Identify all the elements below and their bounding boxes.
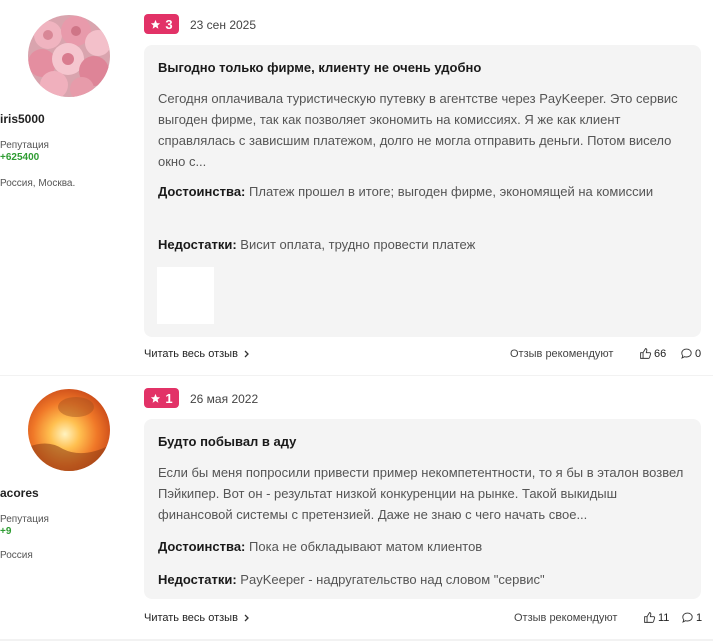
pros-label: Достоинства:	[158, 539, 246, 554]
rating-badge: 3	[144, 14, 179, 34]
review-body: Если бы меня попросили привести пример н…	[158, 465, 684, 522]
user-avatar[interactable]	[28, 389, 110, 471]
pros-text: Пока не обкладывают матом клиентов	[249, 539, 483, 554]
comments-count: 0	[695, 347, 702, 360]
rating-badge: 1	[144, 388, 179, 408]
reputation-label: Репутация	[0, 140, 49, 151]
pros-label: Достоинства:	[158, 184, 246, 199]
likes-count: 11	[658, 611, 670, 624]
user-location: Россия	[0, 550, 33, 561]
user-location: Россия, Москва.	[0, 178, 76, 189]
cons-text: PayKeeper - надругательство над словом "…	[240, 572, 545, 587]
comments-button[interactable]: 0	[680, 347, 701, 360]
thumbs-up-icon	[640, 348, 652, 359]
roses-photo	[28, 15, 110, 97]
user-name[interactable]: acores	[0, 486, 140, 500]
thumbs-up-icon	[644, 612, 656, 623]
sunset-photo	[28, 389, 110, 471]
cons-label: Недостатки:	[158, 572, 237, 587]
review-date: 23 сен 2025	[190, 18, 257, 32]
review-date: 26 мая 2022	[190, 392, 259, 406]
review-pros: Достоинства: Пока не обкладывают матом к…	[158, 536, 693, 557]
reputation-label: Репутация	[0, 514, 49, 525]
review-cons: Недостатки: Висит оплата, трудно провест…	[158, 234, 693, 255]
read-more-link[interactable]: Читать весь отзыв	[144, 348, 250, 360]
likes-count: 66	[654, 347, 667, 360]
user-name[interactable]: iris5000	[0, 112, 140, 126]
comment-icon	[681, 348, 692, 359]
comments-button[interactable]: 1	[681, 611, 702, 624]
read-more-link[interactable]: Читать весь отзыв	[144, 612, 250, 624]
star-icon	[151, 393, 161, 403]
user-avatar[interactable]	[28, 15, 110, 97]
cons-label: Недостатки:	[158, 237, 237, 252]
comment-icon	[682, 612, 693, 623]
review-body: Сегодня оплачивала туристическую путевку…	[158, 91, 678, 169]
review-card: Выгодно только фирме, клиенту не очень у…	[144, 45, 701, 337]
like-button[interactable]: 11	[643, 611, 669, 624]
pros-text: Платеж прошел в итоге; выгоден фирме, эк…	[249, 184, 654, 199]
read-more-label: Читать весь отзыв	[144, 348, 238, 360]
chevron-right-icon	[244, 350, 249, 358]
comments-count: 1	[696, 611, 703, 624]
review-card: Будто побывал в аду Если бы меня попроси…	[144, 419, 701, 599]
rating-value: 3	[165, 16, 173, 32]
star-icon	[151, 19, 161, 29]
like-button[interactable]: 66	[639, 347, 666, 360]
read-more-label: Читать весь отзыв	[144, 612, 238, 624]
review-pros: Достоинства: Платеж прошел в итоге; выго…	[158, 181, 693, 202]
review-item: iris5000 Репутация +625400 Россия, Москв…	[0, 0, 713, 375]
cons-text: Висит оплата, трудно провести платеж	[240, 237, 476, 252]
review-photo-thumbnail[interactable]	[157, 267, 214, 324]
chevron-right-icon	[244, 614, 249, 622]
reputation-value: +625400	[0, 152, 40, 163]
review-item: acores Репутация +9 Россия 1 26 мая 2022…	[0, 376, 713, 639]
rating-value: 1	[165, 390, 173, 406]
recommend-label: Отзыв рекомендуют	[510, 348, 614, 360]
review-title[interactable]: Будто побывал в аду	[158, 434, 296, 449]
review-title[interactable]: Выгодно только фирме, клиенту не очень у…	[158, 60, 481, 75]
recommend-label: Отзыв рекомендуют	[514, 612, 618, 624]
reputation-value: +9	[0, 526, 12, 537]
review-cons: Недостатки: PayKeeper - надругательство …	[158, 569, 693, 590]
